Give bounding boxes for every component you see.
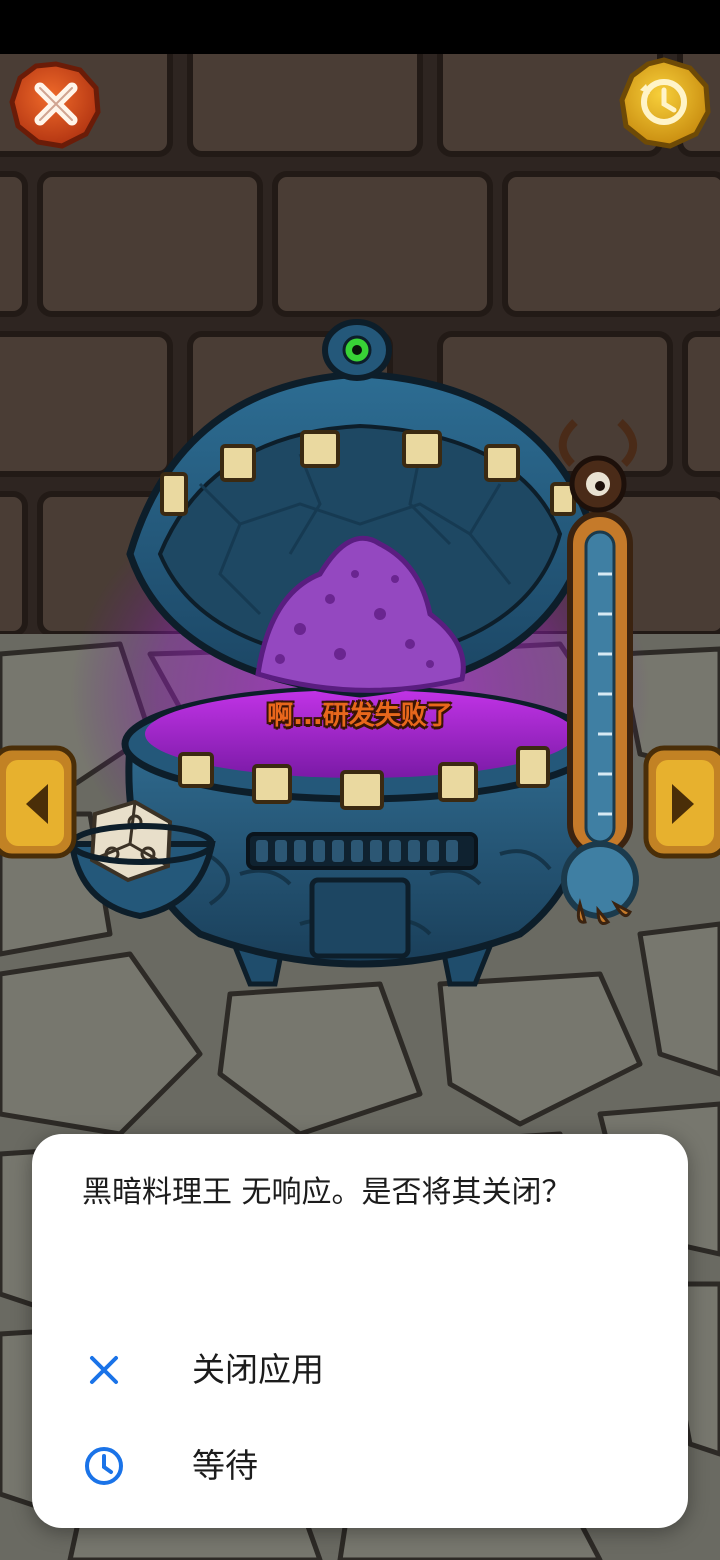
close-game-button[interactable] xyxy=(10,62,102,150)
app-not-responding-dialog: 黑暗料理王 无响应。是否将其关闭？ 关闭应用 等待 xyxy=(32,1134,688,1528)
wait-label: 等待 xyxy=(192,1446,258,1485)
dialog-message: 黑暗料理王 无响应。是否将其关闭？ xyxy=(82,1175,572,1210)
wait-button[interactable]: 等待 xyxy=(32,1424,688,1508)
close-app-label: 关闭应用 xyxy=(192,1350,324,1389)
close-icon xyxy=(90,1356,118,1384)
history-button[interactable] xyxy=(620,58,712,148)
status-bar xyxy=(0,0,720,54)
next-button[interactable] xyxy=(644,746,720,858)
result-message: 啊...研发失败了 xyxy=(267,701,453,731)
close-app-button[interactable]: 关闭应用 xyxy=(32,1328,688,1412)
clock-icon xyxy=(85,1447,123,1485)
prev-button[interactable] xyxy=(0,746,76,858)
